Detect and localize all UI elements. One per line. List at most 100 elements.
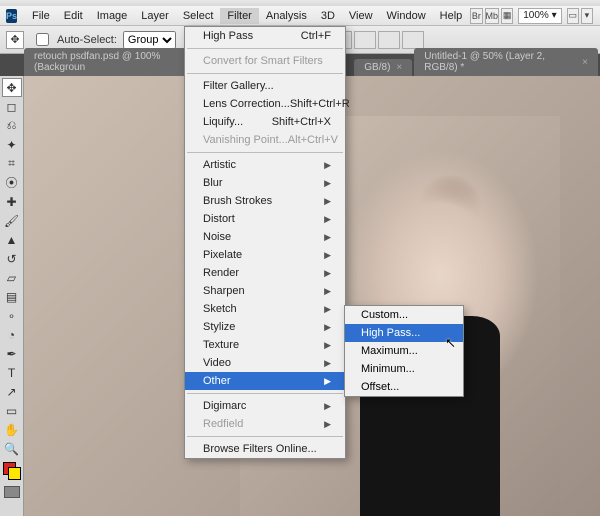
align-button[interactable] bbox=[378, 31, 400, 49]
menu-file[interactable]: File bbox=[25, 8, 57, 24]
filter-other[interactable]: Other▶ bbox=[185, 372, 345, 390]
type-tool[interactable]: T bbox=[2, 363, 22, 382]
view-extras-icon[interactable]: ▦ bbox=[501, 8, 513, 24]
filter-render[interactable]: Render▶ bbox=[185, 264, 345, 282]
submenu-arrow-icon: ▶ bbox=[324, 232, 331, 243]
submenu-arrow-icon: ▶ bbox=[324, 214, 331, 225]
menu-select[interactable]: Select bbox=[176, 8, 221, 24]
menu-edit[interactable]: Edit bbox=[57, 8, 90, 24]
filter-distort[interactable]: Distort▶ bbox=[185, 210, 345, 228]
menu-item-label: Other bbox=[203, 375, 231, 387]
menu-item-shortcut: Alt+Ctrl+V bbox=[288, 134, 338, 146]
menu-item-shortcut: Ctrl+F bbox=[301, 30, 331, 42]
move-tool[interactable]: ✥ bbox=[2, 78, 22, 97]
filter-noise[interactable]: Noise▶ bbox=[185, 228, 345, 246]
brush-tool[interactable]: 🖌 bbox=[2, 211, 22, 230]
menu-item-label: Artistic bbox=[203, 159, 236, 171]
heal-tool[interactable]: ✚ bbox=[2, 192, 22, 211]
color-swatches[interactable] bbox=[3, 462, 21, 480]
stamp-tool[interactable]: ▲ bbox=[2, 230, 22, 249]
menu-item-label: Render bbox=[203, 267, 239, 279]
document-tab[interactable]: GB/8) × bbox=[354, 59, 412, 76]
current-tool-icon[interactable]: ✥ bbox=[6, 31, 24, 49]
submenu-arrow-icon: ▶ bbox=[324, 358, 331, 369]
lasso-tool[interactable]: ⎌ bbox=[2, 116, 22, 135]
filter-brush-strokes[interactable]: Brush Strokes▶ bbox=[185, 192, 345, 210]
filter-stylize[interactable]: Stylize▶ bbox=[185, 318, 345, 336]
menu-view[interactable]: View bbox=[342, 8, 380, 24]
filter-liquify[interactable]: Liquify... Shift+Ctrl+X bbox=[185, 113, 345, 131]
launch-minibridge-icon[interactable]: Mb bbox=[485, 8, 500, 24]
filter-sketch[interactable]: Sketch▶ bbox=[185, 300, 345, 318]
menu-item-label: High Pass... bbox=[361, 327, 420, 339]
menu-layer[interactable]: Layer bbox=[134, 8, 176, 24]
blur-tool[interactable]: ∘ bbox=[2, 306, 22, 325]
other-minimum[interactable]: Minimum... bbox=[345, 360, 463, 378]
submenu-arrow-icon: ▶ bbox=[324, 160, 331, 171]
filter-blur[interactable]: Blur▶ bbox=[185, 174, 345, 192]
menu-item-shortcut: Shift+Ctrl+R bbox=[290, 98, 350, 110]
tab-label: retouch psdfan.psd @ 100% (Backgroun bbox=[34, 51, 202, 73]
auto-select-dropdown[interactable]: Group bbox=[123, 31, 176, 49]
photoshop-logo-icon: Ps bbox=[6, 9, 17, 23]
align-button[interactable] bbox=[354, 31, 376, 49]
menu-analysis[interactable]: Analysis bbox=[259, 8, 314, 24]
quickmask-toggle[interactable] bbox=[4, 486, 20, 498]
zoom-level-field[interactable]: 100% ▾ bbox=[518, 8, 561, 24]
zoom-tool[interactable]: 🔍 bbox=[2, 439, 22, 458]
gradient-tool[interactable]: ▤ bbox=[2, 287, 22, 306]
path-tool[interactable]: ↗ bbox=[2, 382, 22, 401]
tab-label: Untitled-1 @ 50% (Layer 2, RGB/8) * bbox=[424, 51, 576, 73]
other-custom[interactable]: Custom... bbox=[345, 306, 463, 324]
filter-last-used[interactable]: High Pass Ctrl+F bbox=[185, 27, 345, 45]
menu-item-label: Custom... bbox=[361, 309, 408, 321]
filter-artistic[interactable]: Artistic ▶ bbox=[185, 156, 345, 174]
history-brush-tool[interactable]: ↺ bbox=[2, 249, 22, 268]
wand-tool[interactable]: ✦ bbox=[2, 135, 22, 154]
menu-help[interactable]: Help bbox=[433, 8, 470, 24]
close-icon[interactable]: × bbox=[396, 62, 402, 73]
menu-item-label: Lens Correction... bbox=[203, 98, 290, 110]
filter-digimarc[interactable]: Digimarc▶ bbox=[185, 397, 345, 415]
filter-filter-gallery[interactable]: Filter Gallery... bbox=[185, 77, 345, 95]
filter-video[interactable]: Video▶ bbox=[185, 354, 345, 372]
submenu-arrow-icon: ▶ bbox=[324, 196, 331, 207]
auto-select-checkbox[interactable] bbox=[36, 33, 49, 46]
menu-filter[interactable]: Filter bbox=[220, 8, 258, 24]
crop-tool[interactable]: ⌗ bbox=[2, 154, 22, 173]
eyedropper-tool[interactable]: ⦿ bbox=[2, 173, 22, 192]
submenu-arrow-icon: ▶ bbox=[324, 419, 331, 430]
filter-pixelate[interactable]: Pixelate▶ bbox=[185, 246, 345, 264]
menu-item-label: Sketch bbox=[203, 303, 237, 315]
menu-item-label: Offset... bbox=[361, 381, 399, 393]
filter-browse-online[interactable]: Browse Filters Online... bbox=[185, 440, 345, 458]
menu-separator bbox=[187, 436, 343, 437]
tab-label: GB/8) bbox=[364, 62, 390, 73]
screen-mode-icon[interactable]: ▭ bbox=[567, 8, 579, 24]
menu-item-label: Digimarc bbox=[203, 400, 246, 412]
hand-tool[interactable]: ✋ bbox=[2, 420, 22, 439]
menu-3d[interactable]: 3D bbox=[314, 8, 342, 24]
launch-bridge-icon[interactable]: Br bbox=[470, 8, 482, 24]
document-tab[interactable]: Untitled-1 @ 50% (Layer 2, RGB/8) * × bbox=[414, 48, 598, 76]
close-icon[interactable]: × bbox=[582, 57, 588, 68]
menu-window[interactable]: Window bbox=[380, 8, 433, 24]
eraser-tool[interactable]: ▱ bbox=[2, 268, 22, 287]
other-offset[interactable]: Offset... bbox=[345, 378, 463, 396]
shape-tool[interactable]: ▭ bbox=[2, 401, 22, 420]
menu-item-label: Filter Gallery... bbox=[203, 80, 274, 92]
filter-redfield: Redfield▶ bbox=[185, 415, 345, 433]
pen-tool[interactable]: ✒ bbox=[2, 344, 22, 363]
menu-image[interactable]: Image bbox=[90, 8, 135, 24]
dodge-tool[interactable]: ◔ bbox=[2, 325, 22, 344]
align-button[interactable] bbox=[402, 31, 424, 49]
menu-separator bbox=[187, 152, 343, 153]
filter-texture[interactable]: Texture▶ bbox=[185, 336, 345, 354]
zoom-value: 100% bbox=[523, 10, 549, 21]
background-swatch[interactable] bbox=[8, 467, 21, 480]
filter-sharpen[interactable]: Sharpen▶ bbox=[185, 282, 345, 300]
marquee-tool[interactable]: ◻ bbox=[2, 97, 22, 116]
filter-lens-correction[interactable]: Lens Correction... Shift+Ctrl+R bbox=[185, 95, 345, 113]
submenu-arrow-icon: ▶ bbox=[324, 178, 331, 189]
arrange-docs-icon[interactable]: ▾ bbox=[581, 8, 593, 24]
